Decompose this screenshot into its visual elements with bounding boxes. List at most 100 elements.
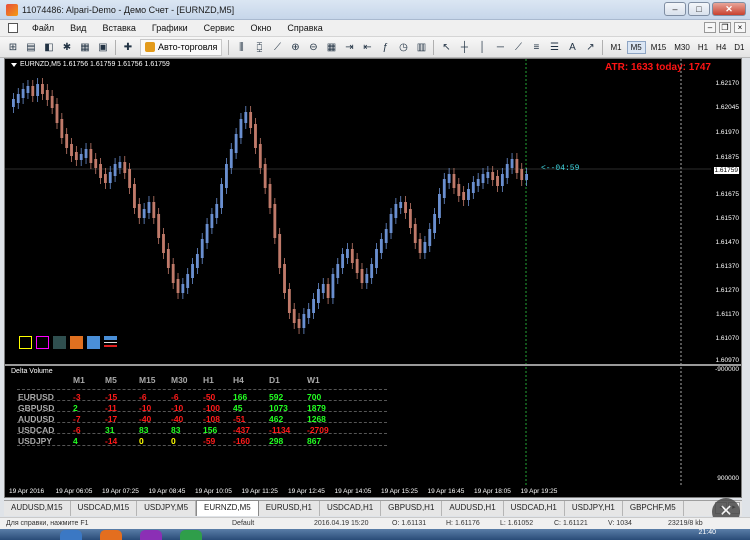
chart-tab[interactable]: EURUSD,H1 bbox=[259, 501, 320, 516]
swatch-magenta[interactable] bbox=[36, 336, 49, 349]
navigator-icon[interactable]: ✱ bbox=[59, 39, 75, 55]
chart-tab[interactable]: AUDUSD,M15 bbox=[4, 501, 71, 516]
child-restore-button[interactable]: ❐ bbox=[719, 22, 731, 33]
periods-icon[interactable]: ◷ bbox=[395, 39, 411, 55]
chart-tab[interactable]: AUDUSD,H1 bbox=[442, 501, 504, 516]
child-close-button[interactable]: × bbox=[734, 22, 746, 33]
tf-m15[interactable]: M15 bbox=[648, 42, 670, 53]
menu-help[interactable]: Справка bbox=[279, 23, 330, 33]
new-chart-icon[interactable]: ⊞ bbox=[5, 39, 21, 55]
zoom-out-icon[interactable]: ⊖ bbox=[305, 39, 321, 55]
candle-body bbox=[41, 84, 44, 94]
taskbar-app-icon[interactable] bbox=[140, 530, 162, 540]
templates-icon[interactable]: ▥ bbox=[413, 39, 429, 55]
status-volume: V: 1034 bbox=[608, 520, 632, 527]
tf-m1[interactable]: M1 bbox=[607, 42, 624, 53]
swatch-orange[interactable] bbox=[70, 336, 83, 349]
swatch-lines[interactable] bbox=[104, 336, 117, 349]
taskbar-explorer-icon[interactable] bbox=[60, 530, 82, 540]
menu-insert[interactable]: Вставка bbox=[94, 23, 143, 33]
tf-h1[interactable]: H1 bbox=[695, 42, 711, 53]
swatch-blue[interactable] bbox=[87, 336, 100, 349]
child-minimize-button[interactable]: – bbox=[704, 22, 716, 33]
swatch-yellow[interactable] bbox=[19, 336, 32, 349]
candle-body bbox=[384, 229, 388, 243]
tf-m5[interactable]: M5 bbox=[626, 40, 646, 54]
chart-tab[interactable]: EURNZD,M5 bbox=[196, 500, 259, 516]
vertical-line-icon[interactable]: │ bbox=[474, 39, 490, 55]
tf-m30[interactable]: M30 bbox=[671, 42, 693, 53]
crosshair-icon[interactable]: ┼ bbox=[456, 39, 472, 55]
candle-body bbox=[452, 174, 456, 188]
candle-body bbox=[205, 224, 209, 243]
candle-body bbox=[350, 249, 354, 263]
chart-window[interactable]: EURNZD,M5 1.61756 1.61759 1.61756 1.6175… bbox=[4, 58, 742, 498]
tf-h4[interactable]: H4 bbox=[713, 42, 729, 53]
autoscroll-icon[interactable]: ⇥ bbox=[341, 39, 357, 55]
arrow-tool-icon[interactable]: ↗ bbox=[582, 39, 598, 55]
fibonacci-icon[interactable]: ☰ bbox=[546, 39, 562, 55]
chart-tab[interactable]: GBPCHF,M5 bbox=[623, 501, 684, 516]
menu-file[interactable]: Файл bbox=[24, 23, 62, 33]
candle-body bbox=[234, 134, 238, 153]
chart-tabs: AUDUSD,M15 USDCAD,M15 USDJPY,M5 EURNZD,M5 EU… bbox=[4, 500, 742, 516]
delta-header-m1: M1 bbox=[73, 375, 85, 385]
close-button[interactable]: ✕ bbox=[712, 2, 746, 16]
zoom-in-icon[interactable]: ⊕ bbox=[287, 39, 303, 55]
candlestick-icon[interactable]: ⧮ bbox=[251, 39, 267, 55]
candle-body bbox=[55, 104, 59, 123]
status-close: C: 1.61121 bbox=[554, 520, 588, 527]
market-watch-icon[interactable]: ◧ bbox=[41, 39, 57, 55]
tf-d1[interactable]: D1 bbox=[731, 42, 747, 53]
time-label: 19 Apr 2016 bbox=[9, 488, 45, 495]
sub-axis-bottom: 900000 bbox=[717, 475, 739, 482]
candle-body bbox=[331, 274, 335, 298]
indicators-icon[interactable]: ƒ bbox=[377, 39, 393, 55]
chart-tab[interactable]: USDCAD,M15 bbox=[71, 501, 138, 516]
channel-icon[interactable]: ≡ bbox=[528, 39, 544, 55]
new-order-icon[interactable]: ✚ bbox=[120, 39, 136, 55]
text-icon[interactable]: A bbox=[564, 39, 580, 55]
time-label: 19 Apr 15:25 bbox=[381, 488, 418, 495]
menu-tools[interactable]: Сервис bbox=[196, 23, 243, 33]
tile-windows-icon[interactable]: ▦ bbox=[323, 39, 339, 55]
document-icon[interactable] bbox=[8, 23, 18, 33]
terminal-icon[interactable]: ▦ bbox=[77, 39, 93, 55]
price-label: 1.61070 bbox=[715, 335, 740, 342]
candle-body bbox=[186, 274, 190, 288]
taskbar-browser-icon[interactable] bbox=[100, 530, 122, 540]
minimize-button[interactable]: – bbox=[664, 2, 686, 16]
subwindow-divider[interactable] bbox=[5, 364, 741, 366]
line-chart-icon[interactable]: ⟋ bbox=[269, 39, 285, 55]
candle-body bbox=[70, 144, 73, 156]
candle-body bbox=[278, 234, 282, 268]
menu-view[interactable]: Вид bbox=[62, 23, 94, 33]
chart-tab[interactable]: USDJPY,H1 bbox=[565, 501, 623, 516]
chart-tab[interactable]: USDJPY,M5 bbox=[137, 501, 197, 516]
autotrade-button[interactable]: Авто-торговля bbox=[140, 38, 223, 56]
bar-chart-icon[interactable]: ⫼ bbox=[233, 39, 249, 55]
horizontal-line-icon[interactable]: ─ bbox=[492, 39, 508, 55]
menu-charts[interactable]: Графики bbox=[144, 23, 196, 33]
tester-icon[interactable]: ▣ bbox=[95, 39, 111, 55]
menu-window[interactable]: Окно bbox=[243, 23, 280, 33]
candle-body bbox=[176, 279, 180, 293]
taskbar-terminal-icon[interactable] bbox=[180, 530, 202, 540]
candle-body bbox=[486, 172, 490, 178]
cursor-icon[interactable]: ↖ bbox=[438, 39, 454, 55]
candle-body bbox=[254, 124, 257, 148]
chart-tab[interactable]: GBPUSD,H1 bbox=[381, 501, 443, 516]
chart-shift-icon[interactable]: ⇤ bbox=[359, 39, 375, 55]
mt4-window: 11074486: Alpari-Demo - Демо Счет - [EUR… bbox=[0, 0, 750, 540]
maximize-button[interactable]: □ bbox=[688, 2, 710, 16]
candle-body bbox=[147, 202, 151, 213]
profiles-icon[interactable]: ▤ bbox=[23, 39, 39, 55]
toolbar: ⊞ ▤ ◧ ✱ ▦ ▣ ✚ Авто-торговля ⫼ ⧮ ⟋ ⊕ ⊖ ▦ … bbox=[0, 37, 750, 58]
candle-body bbox=[118, 162, 122, 168]
candle-body bbox=[268, 184, 272, 208]
chart-tab[interactable]: USDCAD,H1 bbox=[320, 501, 382, 516]
candle-body bbox=[481, 174, 485, 183]
trendline-icon[interactable]: ⟋ bbox=[510, 39, 526, 55]
swatch-dark[interactable] bbox=[53, 336, 66, 349]
chart-tab[interactable]: USDCAD,H1 bbox=[504, 501, 565, 516]
